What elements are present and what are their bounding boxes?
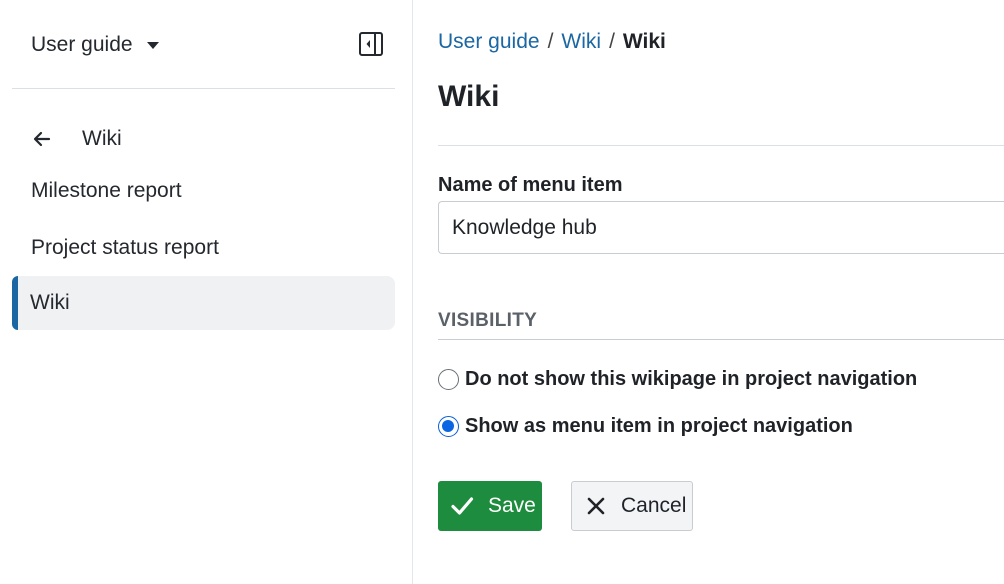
title-divider xyxy=(438,145,1004,146)
close-icon xyxy=(587,497,605,515)
menu-item-name-label: Name of menu item xyxy=(438,174,623,196)
sidebar-item-milestone-report[interactable]: Milestone report xyxy=(12,164,395,218)
project-name: User guide xyxy=(31,33,133,56)
radio-option-label: Do not show this wikipage in project nav… xyxy=(465,368,918,390)
arrow-left-icon xyxy=(33,131,51,147)
sidebar: User guide Wiki Milestone report Project… xyxy=(0,0,413,584)
breadcrumb: User guide / Wiki / Wiki xyxy=(438,30,666,54)
sidebar-item-label: Project status report xyxy=(31,236,219,259)
visibility-section-title: VISIBILITY xyxy=(438,310,538,331)
page-title: Wiki xyxy=(438,80,500,113)
sidebar-item-wiki[interactable]: Wiki xyxy=(12,276,395,330)
sidebar-collapse-icon xyxy=(359,32,383,56)
project-selector[interactable]: User guide xyxy=(31,30,159,60)
breadcrumb-current: Wiki xyxy=(622,30,666,53)
radio-option-label: Show as menu item in project navigation xyxy=(465,415,853,437)
app-window: User guide Wiki Milestone report Project… xyxy=(0,0,1004,584)
cancel-button[interactable]: Cancel xyxy=(571,481,693,531)
visibility-divider xyxy=(438,339,1004,340)
radio-show-as-menu-item[interactable] xyxy=(438,416,459,437)
breadcrumb-link-user-guide[interactable]: User guide xyxy=(438,30,540,54)
radio-option-hide[interactable]: Do not show this wikipage in project nav… xyxy=(438,368,917,391)
cancel-button-label: Cancel xyxy=(621,494,687,517)
back-link-label: Wiki xyxy=(82,127,122,150)
breadcrumb-separator: / xyxy=(547,30,554,53)
menu-item-name-input[interactable] xyxy=(438,201,1004,254)
radio-option-show[interactable]: Show as menu item in project navigation xyxy=(438,415,853,438)
save-button[interactable]: Save xyxy=(438,481,542,531)
check-icon xyxy=(451,497,474,515)
back-link[interactable]: Wiki xyxy=(32,122,122,156)
main-content: User guide / Wiki / Wiki Wiki Name of me… xyxy=(438,0,1004,584)
sidebar-item-label: Milestone report xyxy=(31,179,182,202)
sidebar-item-label: Wiki xyxy=(30,291,70,314)
chevron-down-icon xyxy=(146,41,159,49)
save-button-label: Save xyxy=(488,494,536,517)
breadcrumb-separator: / xyxy=(609,30,615,53)
radio-hide-from-navigation[interactable] xyxy=(438,369,459,390)
sidebar-item-project-status-report[interactable]: Project status report xyxy=(12,221,395,275)
sidebar-collapse-button[interactable] xyxy=(358,31,384,57)
sidebar-header: User guide xyxy=(12,0,395,89)
breadcrumb-link-wiki[interactable]: Wiki xyxy=(561,30,601,54)
